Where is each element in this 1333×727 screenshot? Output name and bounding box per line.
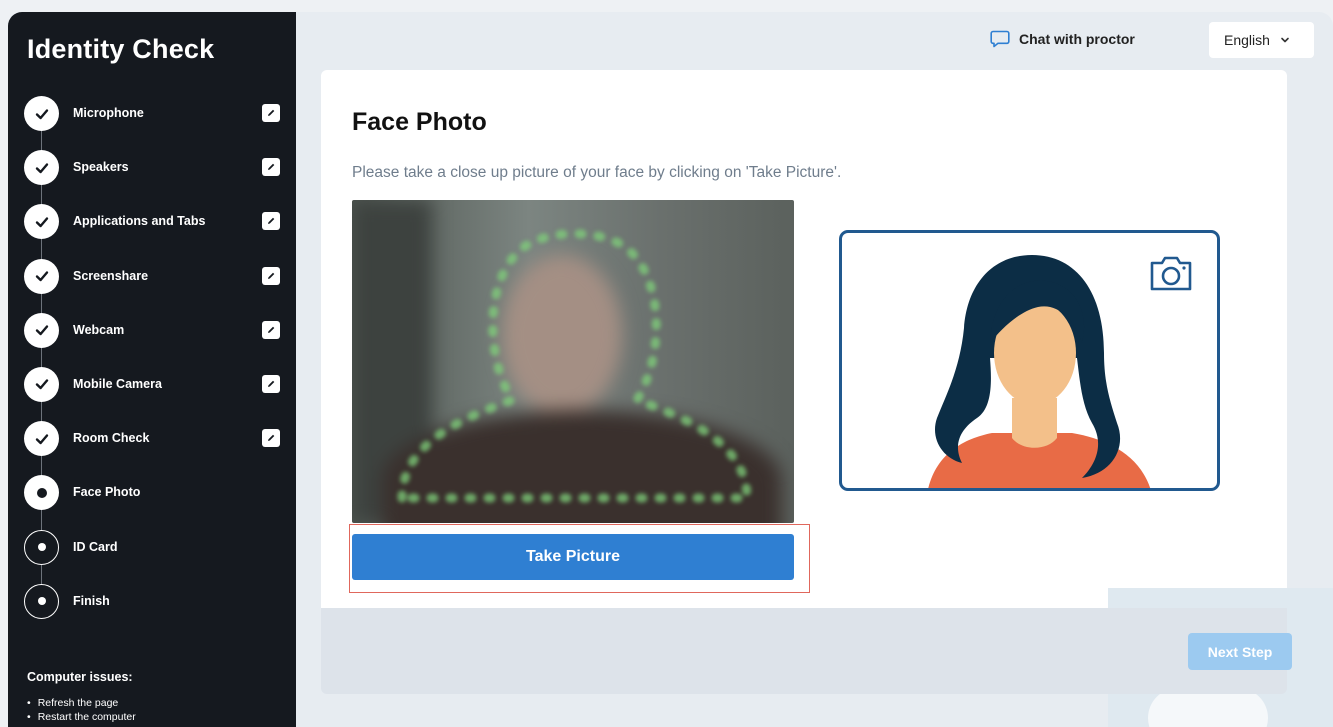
sidebar-step-label: ID Card	[73, 539, 118, 554]
step-pending-indicator	[24, 583, 59, 619]
language-selected-value: English	[1224, 32, 1270, 48]
step-completed-indicator	[24, 204, 59, 240]
check-icon	[35, 325, 48, 336]
computer-issues-title: Computer issues:	[27, 670, 133, 684]
instructions-text: Please take a close up picture of your f…	[352, 164, 842, 181]
app-window: Identity Check Microphone Speakers Applica…	[8, 12, 1333, 727]
edit-pencil-icon	[268, 326, 275, 333]
edit-pencil-icon	[268, 434, 275, 442]
sidebar-step-finish: Finish	[24, 583, 280, 638]
edit-pencil-icon	[268, 380, 275, 387]
edit-step-button[interactable]	[262, 158, 280, 177]
sidebar-step-label: Finish	[73, 593, 110, 608]
sidebar-step-screenshare[interactable]: Screenshare	[24, 258, 280, 313]
sidebar-step-label: Microphone	[73, 106, 144, 120]
sidebar-step-mobile-camera[interactable]: Mobile Camera	[24, 366, 280, 421]
sidebar-step-label: Face Photo	[73, 485, 141, 500]
chevron-down-icon	[1281, 37, 1289, 43]
edit-pencil-icon	[268, 163, 275, 171]
sidebar-step-speakers[interactable]: Speakers	[24, 150, 280, 204]
check-icon	[35, 379, 48, 390]
sidebar-step-label: Speakers	[73, 160, 129, 175]
step-completed-indicator	[24, 366, 59, 402]
check-icon	[35, 433, 48, 444]
camera-icon	[1150, 256, 1192, 291]
step-completed-indicator	[24, 150, 59, 186]
sidebar-title: Identity Check	[27, 34, 215, 64]
step-completed-indicator	[24, 258, 59, 294]
edit-step-button[interactable]	[262, 212, 280, 231]
next-step-button[interactable]: Next Step	[1188, 633, 1292, 670]
check-icon	[35, 108, 48, 119]
sidebar-step-webcam[interactable]: Webcam	[24, 312, 280, 367]
top-bar: Chat with proctor English	[296, 12, 1333, 68]
sidebar-step-label: Applications and Tabs	[73, 214, 206, 229]
face-guide-overlay	[397, 229, 752, 503]
edit-step-button[interactable]	[262, 320, 280, 339]
chat-with-proctor-label: Chat with proctor	[1019, 31, 1135, 47]
edit-pencil-icon	[268, 272, 275, 279]
sidebar-step-label: Mobile Camera	[73, 376, 162, 391]
sidebar-step-applications-and-tabs[interactable]: Applications and Tabs	[24, 204, 280, 258]
sidebar-step-microphone[interactable]: Microphone	[24, 96, 280, 150]
check-icon	[35, 271, 48, 282]
check-icon	[35, 217, 48, 228]
edit-step-button[interactable]	[262, 104, 280, 122]
card-footer: Next Step	[321, 608, 1292, 694]
chat-bubble-icon	[990, 30, 1010, 48]
step-completed-indicator	[24, 421, 59, 457]
page-title: Face Photo	[352, 108, 487, 136]
step-completed-indicator	[24, 96, 59, 131]
check-icon	[35, 162, 48, 173]
step-pending-indicator	[24, 529, 59, 565]
sidebar-step-id-card: ID Card	[24, 529, 280, 584]
computer-issues-list: Refresh the page Restart the computer	[27, 696, 136, 724]
step-completed-indicator	[24, 312, 59, 348]
sidebar-step-label: Screenshare	[73, 268, 149, 283]
step-list: Microphone Speakers Applications and Tabs S…	[24, 96, 280, 638]
chat-with-proctor-link[interactable]: Chat with proctor	[990, 30, 1135, 48]
edit-step-button[interactable]	[262, 374, 280, 393]
face-photo-example-frame	[839, 230, 1220, 491]
webcam-preview	[352, 200, 794, 523]
sidebar-step-face-photo: Face Photo	[24, 475, 280, 529]
sidebar: Identity Check Microphone Speakers Applica…	[8, 12, 296, 727]
issue-item: Restart the computer	[27, 710, 136, 724]
edit-pencil-icon	[268, 218, 275, 225]
step-current-indicator	[24, 475, 59, 511]
sidebar-step-label: Room Check	[73, 431, 150, 446]
take-picture-button[interactable]: Take Picture	[352, 534, 794, 580]
sidebar-step-label: Webcam	[73, 322, 125, 337]
face-photo-card: Face Photo Please take a close up pictur…	[321, 70, 1287, 608]
edit-step-button[interactable]	[262, 266, 280, 285]
language-select[interactable]: English	[1209, 22, 1314, 58]
issue-item: Refresh the page	[27, 696, 136, 710]
sidebar-step-room-check[interactable]: Room Check	[24, 421, 280, 475]
edit-step-button[interactable]	[262, 429, 280, 448]
edit-pencil-icon	[268, 109, 275, 116]
